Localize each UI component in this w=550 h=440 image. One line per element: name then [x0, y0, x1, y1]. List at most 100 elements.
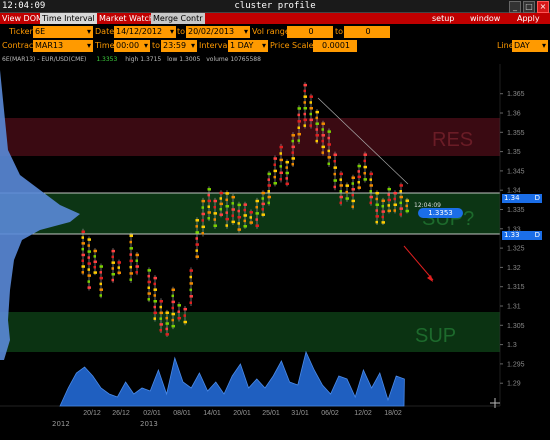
cluster-cell — [261, 213, 265, 216]
cluster-chart[interactable]: 1.3651.361.3551.351.3451.341.3351.331.32… — [0, 53, 550, 440]
minimize-button[interactable]: _ — [509, 1, 521, 13]
cluster-cell — [93, 271, 97, 274]
cluster-cell — [171, 324, 175, 328]
cluster-cell — [201, 232, 204, 235]
cluster-cell — [399, 195, 403, 199]
vol-from-field[interactable]: 0 — [287, 26, 333, 38]
cluster-cell — [369, 178, 372, 181]
cluster-cell — [393, 197, 396, 201]
contract-select[interactable]: MAR13 — [33, 40, 93, 52]
year-label-2012: 2012 — [52, 420, 70, 428]
cluster-cell — [387, 193, 390, 196]
cluster-cell — [219, 202, 223, 206]
menu-setup[interactable]: setup — [432, 13, 454, 24]
tab-merge-contr[interactable]: Merge Contr — [151, 13, 205, 24]
cluster-cell — [261, 197, 264, 200]
cluster-cell — [315, 139, 318, 143]
cluster-cell — [237, 203, 241, 207]
cluster-cell — [387, 198, 391, 202]
tab-market-watch[interactable]: Market Watch — [97, 13, 156, 24]
cluster-cell — [153, 282, 156, 286]
cluster-cell — [171, 288, 175, 292]
cluster-cell — [165, 327, 168, 331]
cluster-cell — [93, 255, 96, 258]
cluster-cell — [399, 184, 403, 187]
menu-apply[interactable]: Apply — [517, 13, 540, 24]
cluster-cell — [111, 278, 114, 282]
cluster-cell — [273, 169, 277, 173]
cluster-cell — [357, 186, 361, 189]
cluster-cell — [267, 201, 270, 205]
ticker-select[interactable]: 6E — [33, 26, 93, 38]
cluster-cell — [195, 219, 199, 222]
cluster-cell — [117, 271, 121, 275]
cluster-cell — [297, 126, 300, 130]
crosshair-icon[interactable] — [490, 398, 500, 408]
cluster-cell — [129, 278, 132, 281]
cluster-cell — [219, 213, 223, 216]
y-tick-label: 1.29 — [507, 381, 521, 388]
cluster-cell — [255, 218, 258, 221]
menu-window[interactable]: window — [470, 13, 500, 24]
interval-select[interactable]: 1 DAY — [228, 40, 268, 52]
cluster-cell — [321, 134, 325, 137]
cluster-cell — [87, 238, 91, 241]
cluster-cell — [129, 265, 132, 269]
cluster-cell — [345, 184, 349, 187]
close-button[interactable]: × — [537, 1, 549, 13]
cluster-cell — [129, 240, 132, 244]
cluster-cell — [237, 215, 241, 219]
y-tick-label: 1.325 — [507, 246, 525, 253]
cluster-cell — [249, 216, 252, 219]
cluster-cell — [225, 192, 229, 195]
cluster-cell — [231, 208, 235, 211]
cluster-cell — [315, 116, 318, 120]
cluster-cell — [267, 184, 271, 187]
time-to-field[interactable]: 23:59 — [161, 40, 197, 52]
x-tick-label: 02/01 — [143, 410, 161, 417]
cluster-cell — [303, 83, 307, 87]
cluster-cell — [93, 249, 97, 253]
title-bar: 12:04:09 cluster profile _ □ × — [0, 0, 550, 13]
vol-to-field[interactable]: 0 — [344, 26, 390, 38]
cluster-cell — [363, 171, 366, 175]
cluster-cell — [135, 271, 138, 274]
cluster-cell — [129, 253, 132, 256]
cluster-cell — [363, 153, 367, 156]
cluster-cell — [81, 242, 85, 245]
cluster-cell — [231, 220, 235, 224]
y-tick-label: 1.305 — [507, 323, 525, 330]
cluster-cell — [363, 178, 367, 181]
line-select[interactable]: DAY — [512, 40, 548, 52]
cluster-cell — [87, 244, 90, 247]
date-from-field[interactable]: 14/12/2012 — [114, 26, 176, 38]
price-scale-field[interactable]: 0.0001 — [313, 40, 357, 52]
x-tick-label: 12/02 — [354, 410, 372, 417]
date-to-field[interactable]: 20/02/2013 — [186, 26, 250, 38]
x-tick-label: 31/01 — [291, 410, 309, 417]
cluster-cell — [147, 280, 151, 284]
cluster-cell — [189, 288, 192, 292]
cluster-cell — [315, 110, 319, 114]
cluster-cell — [195, 225, 198, 228]
tab-time-interval[interactable]: Time Interval — [40, 13, 97, 24]
time-to-label: to — [152, 41, 161, 50]
cluster-cell — [291, 162, 294, 166]
cluster-cell — [195, 255, 199, 258]
cluster-cell — [183, 320, 187, 324]
cluster-cell — [171, 294, 174, 298]
cluster-cell — [201, 206, 204, 209]
tab-view-dom[interactable]: View DOM — [0, 13, 45, 24]
cluster-cell — [279, 165, 282, 168]
maximize-button[interactable]: □ — [523, 1, 535, 13]
cluster-cell — [267, 172, 271, 176]
cluster-cell — [291, 151, 294, 154]
cluster-cell — [393, 191, 397, 195]
time-from-field[interactable]: 00:00 — [114, 40, 150, 52]
cluster-cell — [111, 255, 114, 259]
cluster-cell — [129, 247, 133, 250]
cluster-cell — [351, 205, 354, 208]
cluster-cell — [231, 202, 234, 205]
cluster-cell — [195, 231, 199, 234]
cluster-cell — [99, 276, 103, 280]
